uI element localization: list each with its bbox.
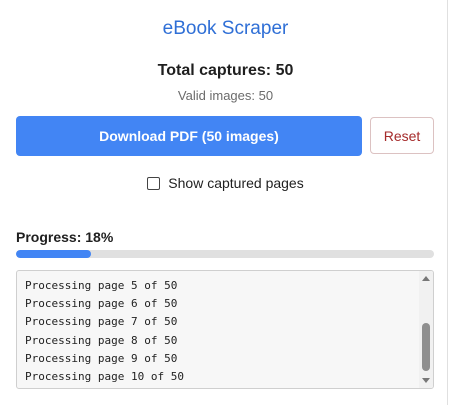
progress-label: Progress: 18% — [16, 229, 114, 245]
progress-bar — [16, 250, 434, 258]
popup-panel: eBook Scraper Total captures: 50 Valid i… — [0, 0, 451, 405]
show-captured-pages-toggle[interactable]: Show captured pages — [0, 175, 451, 191]
log-line: Processing page 7 of 50 — [25, 315, 178, 329]
download-pdf-button[interactable]: Download PDF (50 images) — [16, 116, 362, 156]
panel-edge-divider — [447, 0, 448, 405]
valid-images: Valid images: 50 — [177, 88, 274, 103]
log-line: Processing page 5 of 50 — [25, 279, 178, 292]
app-title: eBook Scraper — [162, 18, 289, 39]
scrollbar-thumb[interactable] — [422, 323, 430, 371]
log-line: Processing page 6 of 50 — [25, 297, 178, 311]
total-captures: Total captures: 50 — [157, 62, 294, 79]
processing-log[interactable]: Processing page 5 of 50 Processing page … — [16, 270, 434, 389]
triangle-down-icon[interactable] — [422, 378, 430, 383]
checkbox-unchecked-icon[interactable] — [147, 176, 161, 190]
log-scrollbar[interactable] — [419, 271, 433, 388]
log-line: Processing page 9 of 50 — [25, 351, 178, 365]
log-line: Processing page 10 of 50 — [25, 370, 184, 384]
show-captured-pages-label[interactable]: Show captured pages — [168, 175, 303, 191]
progress-bar-fill — [16, 250, 92, 258]
log-line: Processing page 8 of 50 — [25, 333, 178, 347]
log-lines: Processing page 5 of 50 Processing page … — [25, 277, 184, 386]
triangle-up-icon[interactable] — [422, 276, 430, 281]
reset-button[interactable]: Reset — [370, 117, 434, 154]
